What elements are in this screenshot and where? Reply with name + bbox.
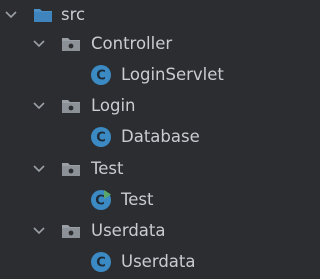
tree-node-label: Login <box>91 96 136 115</box>
svg-text:C: C <box>96 69 106 84</box>
tree-node-label: LoginServlet <box>121 65 224 84</box>
package-folder-icon <box>62 225 80 238</box>
tree-node-label: Test <box>91 159 124 178</box>
tree-node-class-test[interactable]: C Test <box>0 185 245 215</box>
tree-node-label: src <box>61 5 86 24</box>
tree-node-label: Userdata <box>121 252 196 271</box>
java-class-icon: C <box>91 65 111 85</box>
chevron-down-icon[interactable] <box>32 99 46 113</box>
tree-node-label: Userdata <box>91 221 166 240</box>
tree-node-label: Test <box>121 190 154 209</box>
tree-node-class-userdata[interactable]: C Userdata <box>0 247 245 277</box>
project-tree: src Controller C LoginServlet Login C Da… <box>0 0 245 279</box>
java-runnable-class-icon: C <box>91 190 111 210</box>
tree-node-src[interactable]: src <box>0 0 245 30</box>
tree-node-package-userdata[interactable]: Userdata <box>0 216 245 246</box>
tree-node-label: Database <box>121 127 200 146</box>
package-folder-icon <box>62 38 80 51</box>
svg-text:C: C <box>96 131 106 146</box>
chevron-down-icon[interactable] <box>32 224 46 238</box>
package-folder-icon <box>62 163 80 176</box>
svg-text:C: C <box>95 194 105 209</box>
java-class-icon: C <box>91 252 111 272</box>
source-folder-icon <box>34 9 52 22</box>
tree-node-package-login[interactable]: Login <box>0 91 245 121</box>
tree-node-class-database[interactable]: C Database <box>0 122 245 152</box>
svg-text:C: C <box>96 256 106 271</box>
tree-node-package-test[interactable]: Test <box>0 154 245 184</box>
chevron-down-icon[interactable] <box>32 37 46 51</box>
chevron-down-icon[interactable] <box>32 162 46 176</box>
tree-node-package-controller[interactable]: Controller <box>0 29 245 59</box>
tree-node-class-loginservlet[interactable]: C LoginServlet <box>0 60 245 90</box>
java-class-icon: C <box>91 127 111 147</box>
chevron-down-icon[interactable] <box>4 8 18 22</box>
package-folder-icon <box>62 100 80 113</box>
tree-node-label: Controller <box>91 34 173 53</box>
